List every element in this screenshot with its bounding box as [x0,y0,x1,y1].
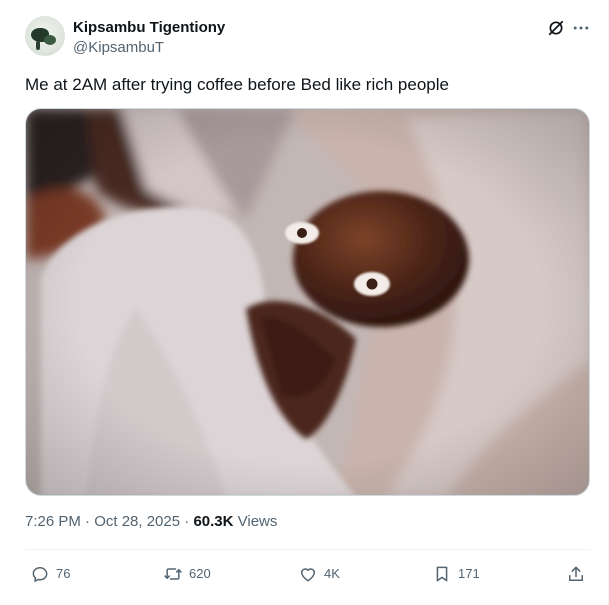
meta-separator: · [180,513,194,530]
share-button[interactable] [566,563,586,585]
tweet-image[interactable] [25,108,590,496]
meme-photo [26,109,589,495]
bookmark-button[interactable]: 171 [432,563,480,585]
tweet-meta: 7:26 PM · Oct 28, 2025 · 60.3K Views [25,513,277,531]
like-icon [301,568,315,582]
like-button[interactable]: 4K [298,563,340,585]
share-icon [569,566,583,581]
reply-button[interactable]: 76 [30,563,70,585]
avatar-art [44,35,56,45]
bookmark-icon [436,566,448,582]
like-count: 4K [324,566,340,581]
reply-icon [32,567,48,582]
repost-count: 620 [189,566,211,581]
tweet-card: Kipsambu Tigentiony @KipsambuT Me at 2AM… [0,0,609,605]
author-handle[interactable]: @KipsambuT [73,39,164,57]
views-label: Views [237,513,278,530]
more-icon[interactable] [571,18,591,38]
avatar-art [36,41,40,50]
divider [25,549,590,550]
action-bar: 76 620 4K 171 [25,560,590,588]
author-name[interactable]: Kipsambu Tigentiony [73,19,225,37]
grok-icon[interactable] [546,18,566,38]
tweet-timestamp[interactable]: 7:26 PM · Oct 28, 2025 [25,513,180,530]
tweet-text: Me at 2AM after trying coffee before Bed… [25,75,449,94]
repost-icon [164,568,182,580]
avatar[interactable] [25,16,65,56]
reply-count: 76 [56,566,71,581]
views-count: 60.3K [193,513,234,530]
repost-button[interactable]: 620 [163,563,211,585]
bookmark-count: 171 [458,566,480,581]
